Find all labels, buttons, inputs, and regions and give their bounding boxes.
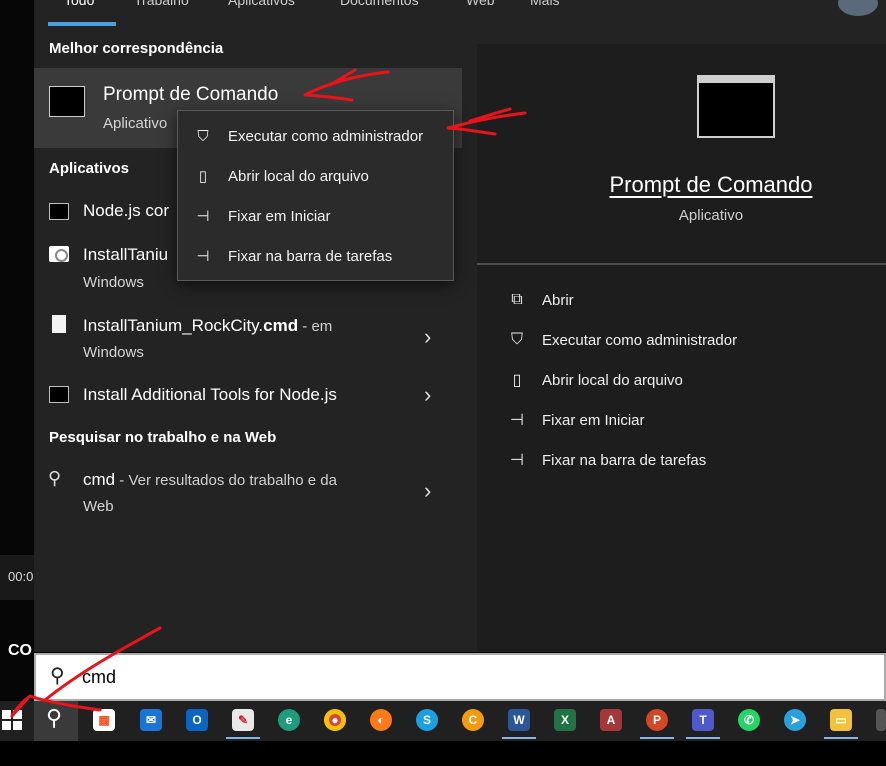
screen-bottom [0,741,886,766]
list-item-subtitle: Windows [83,274,144,291]
firefox-icon[interactable]: ◐ [370,709,392,731]
edge-icon[interactable]: e [278,709,300,731]
store-icon[interactable]: ▦ [93,709,115,731]
action-label: Abrir [542,291,574,309]
shield-icon: ⛉ [510,331,523,348]
action-label: Executar como administrador [542,331,738,349]
details-divider [477,263,886,265]
word-icon[interactable]: W [508,709,530,731]
details-subtitle-wrap: Aplicativo [477,207,886,225]
folder-icon: ▯ [512,372,522,389]
chevron-right-icon[interactable]: › [424,478,431,504]
pin-icon: ⊣ [510,412,524,429]
cmd-icon [49,386,69,403]
best-match-subtitle: Aplicativo [103,115,168,132]
chrome-icon[interactable]: ● [324,709,346,731]
powerpoint-icon[interactable]: P [646,709,668,731]
tab-trabalho[interactable]: Trabalho [134,0,189,8]
cmd-icon [49,203,69,220]
pin-icon: ⊣ [196,248,210,265]
desktop-text: CO [8,642,32,659]
context-menu-label: Fixar em Iniciar [228,207,331,225]
command-prompt-large-icon [697,75,775,138]
action-label: Fixar na barra de tarefas [542,451,707,469]
list-item-title: Install Additional Tools for Node.js [83,385,337,404]
tanium-icon [49,246,69,262]
search-input-value: cmd [82,667,117,687]
tab-mais[interactable]: Mais [530,0,560,8]
action-label: Fixar em Iniciar [542,411,645,429]
context-menu-label: Executar como administrador [228,127,424,145]
file-explorer-icon[interactable]: ▭ [830,709,852,731]
pin-icon: ⊣ [510,452,524,469]
running-indicator [824,737,858,739]
running-indicator [226,737,260,739]
action-pin-start[interactable]: ⊣ Fixar em Iniciar [506,407,645,433]
access-icon[interactable]: A [600,709,622,731]
apps-header: Aplicativos [49,160,130,177]
whatsapp-icon[interactable]: ✆ [738,709,760,731]
tab-documentos[interactable]: Documentos [340,0,419,8]
action-run-as-admin[interactable]: ⛉ Executar como administrador [506,327,737,353]
list-item-title: InstallTanium_RockCity.cmd - em [83,316,333,335]
chevron-right-icon[interactable]: › [424,382,431,408]
action-pin-taskbar[interactable]: ⊣ Fixar na barra de tarefas [506,447,706,473]
search-icon: ⚲ [48,468,62,488]
tab-todo[interactable]: Todo [64,0,94,8]
context-menu-open-location[interactable]: ▯ Abrir local do arquivo [178,157,453,195]
teams-icon[interactable]: T [692,709,714,731]
best-match-title: Prompt de Comando [103,84,279,105]
running-indicator [502,737,536,739]
web-search-header: Pesquisar no trabalho e na Web [49,429,277,446]
shield-icon: ⛉ [197,127,209,145]
action-label: Abrir local do arquivo [542,371,683,389]
context-menu-label: Fixar na barra de tarefas [228,247,393,265]
details-title-wrap: Prompt de Comando [477,172,886,198]
skype-icon[interactable]: S [416,709,438,731]
context-menu-pin-start[interactable]: ⊣ Fixar em Iniciar [178,197,453,235]
desktop-time-text: 00:0 [8,569,34,584]
context-menu-label: Abrir local do arquivo [228,167,369,185]
context-menu-pin-taskbar[interactable]: ⊣ Fixar na barra de tarefas [178,237,453,275]
details-subtitle: Aplicativo [678,207,744,224]
search-input[interactable] [34,653,886,701]
action-open-file-location[interactable]: ▯ Abrir local do arquivo [506,367,683,393]
list-item-title: InstallTaniu [83,245,169,264]
outlook-icon[interactable]: O [186,709,208,731]
context-menu: ⛉ Executar como administrador ▯ Abrir loca… [177,110,454,281]
running-indicator [686,737,720,739]
web-search-subtitle: Web [83,498,114,515]
search-box-icon: ⚲ [50,665,65,687]
folder-icon: ▯ [198,168,208,185]
list-item-title: Node.js cor [83,201,169,220]
action-open[interactable]: ⧉ Abrir [506,287,574,313]
paint-icon[interactable]: ✎ [232,709,254,731]
chevron-right-icon[interactable]: › [424,324,431,350]
overflow-app-icon[interactable] [876,709,886,731]
telegram-icon[interactable]: ➤ [784,709,806,731]
excel-icon[interactable]: X [554,709,576,731]
context-menu-run-as-admin[interactable]: ⛉ Executar como administrador [178,117,453,155]
list-item-subtitle: Windows [83,344,144,361]
mail-icon[interactable]: ✉ [140,709,162,731]
web-search-title: cmd - Ver resultados do trabalho e da [83,470,337,489]
start-button[interactable] [2,710,22,730]
running-indicator [640,737,674,739]
tab-aplicativos[interactable]: Aplicativos [228,0,295,8]
open-icon: ⧉ [511,291,523,308]
document-icon [52,315,66,333]
details-title[interactable]: Prompt de Comando [610,172,813,198]
pin-icon: ⊣ [196,208,210,225]
c-app-icon[interactable]: C [462,709,484,731]
command-prompt-icon [49,86,85,117]
tab-web[interactable]: Web [466,0,495,8]
best-match-header: Melhor correspondência [49,40,224,57]
active-tab-indicator [48,22,116,26]
search-icon: ⚲ [46,705,63,730]
